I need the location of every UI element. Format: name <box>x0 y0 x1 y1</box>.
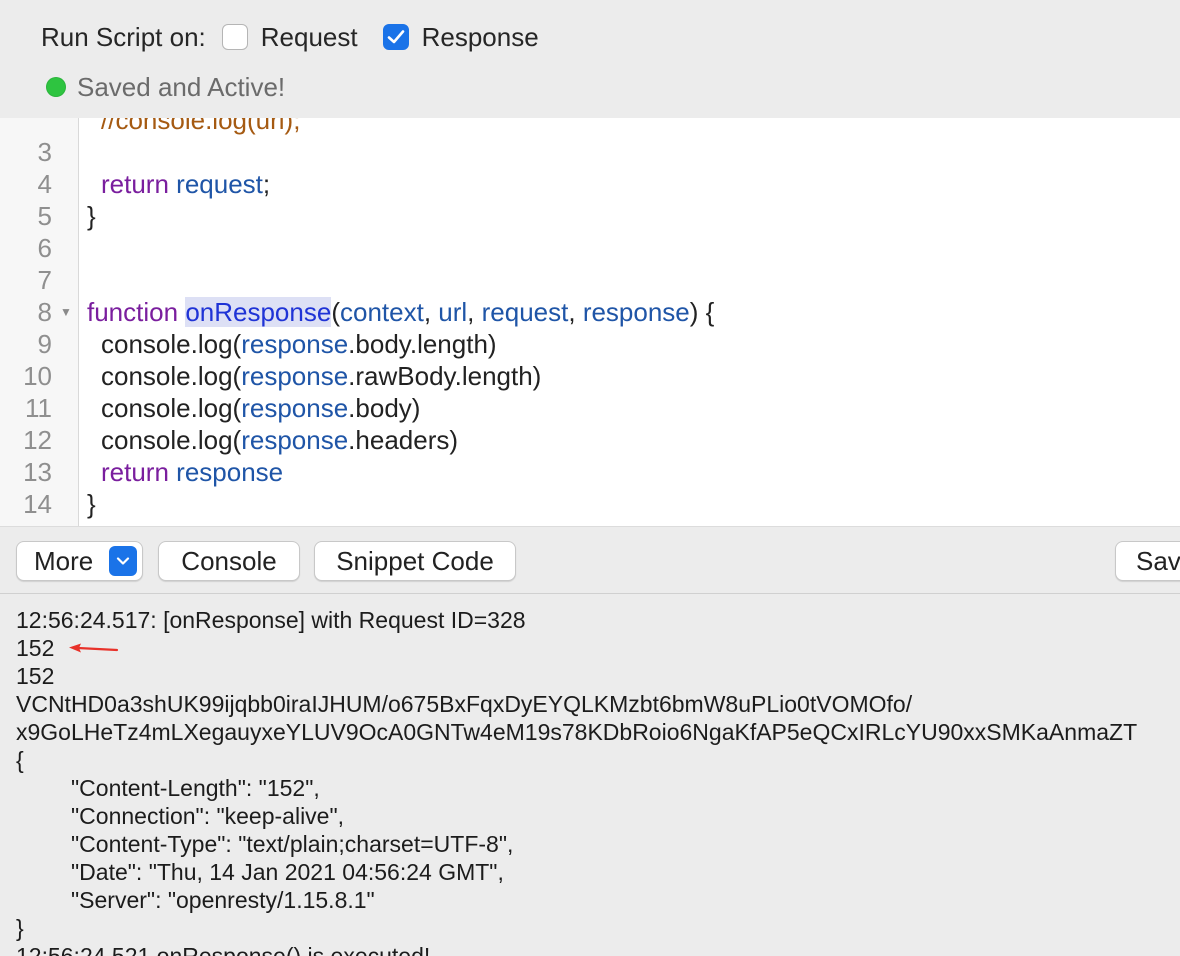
code-line: 15 } <box>0 488 1180 526</box>
code-brace: } <box>87 201 96 231</box>
var-response: response <box>241 361 349 391</box>
fold-arrow-icon[interactable]: ▼ <box>60 296 72 328</box>
status-text: Saved and Active! <box>77 71 286 102</box>
code-console-log: console.log( <box>101 361 242 391</box>
snippet-code-button[interactable]: Snippet Code <box>314 541 516 581</box>
script-options-panel: Run Script on: Request Response Saved an… <box>0 0 1180 118</box>
console-line: "Connection": "keep-alive", <box>71 803 345 829</box>
request-checkbox[interactable] <box>221 24 248 50</box>
code-line: 6 } <box>0 200 1180 263</box>
function-name: onResponse <box>185 297 332 327</box>
code-line: 4 <box>0 136 1180 199</box>
code-comma: , <box>423 297 439 327</box>
run-script-label: Run Script on: <box>41 21 206 52</box>
code-line: 3 //console.log(url); <box>0 118 1180 167</box>
code-editor[interactable]: 3 //console.log(url); 4 5 return request… <box>0 118 1180 526</box>
console-line: { <box>16 747 24 773</box>
console-line: 12:56:24.517: [onResponse] with Request … <box>16 607 526 633</box>
console-line: "Server": "openresty/1.15.8.1" <box>71 887 375 913</box>
code-paren-brace: ) { <box>689 297 715 327</box>
code-comment: //console.log(url); <box>101 118 301 135</box>
var-response: response <box>241 329 349 359</box>
console-line: 152 <box>16 663 55 689</box>
chevron-down-icon[interactable] <box>109 546 137 576</box>
keyword-function: function <box>87 297 179 327</box>
console-line: 152 <box>16 635 55 661</box>
code-semicolon: ; <box>262 169 271 199</box>
response-checkbox-label[interactable]: Response <box>422 22 539 53</box>
console-line: x9GoLHeTz4mLXegauyxeYLUV9OcA0GNTw4eM19s7… <box>16 719 1138 745</box>
code-brace: } <box>87 489 96 519</box>
param-request: request <box>481 297 569 327</box>
code-member: .body.length) <box>348 329 497 359</box>
code-line: 5 return request; <box>0 168 1180 231</box>
code-console-log: console.log( <box>101 393 242 423</box>
console-line: "Content-Length": "152", <box>71 775 320 801</box>
response-checkbox[interactable] <box>382 24 409 50</box>
var-request: request <box>176 169 263 199</box>
save-button[interactable]: Sav <box>1115 541 1180 581</box>
run-script-row: Run Script on: Request Response <box>41 18 564 56</box>
code-line: 9 ▼ function onResponse(context, url, re… <box>0 296 1180 359</box>
var-response: response <box>241 393 349 423</box>
code-comma: , <box>568 297 583 327</box>
code-line: 12 console.log(response.body) <box>0 392 1180 455</box>
code-comma: , <box>467 297 482 327</box>
code-line: 11 console.log(response.rawBody.length) <box>0 360 1180 423</box>
code-line: 13 console.log(response.headers) <box>0 424 1180 487</box>
var-response: response <box>176 457 284 487</box>
status-dot-icon <box>46 77 66 97</box>
code-line: 10 console.log(response.body.length) <box>0 328 1180 391</box>
console-output[interactable]: 12:56:24.517: [onResponse] with Request … <box>0 594 1180 956</box>
console-line: VCNtHD0a3shUK99ijqbb0iraIJHUM/o675BxFqxD… <box>16 691 913 717</box>
code-member: .body) <box>348 393 421 423</box>
param-url: url <box>438 297 468 327</box>
code-paren: ( <box>331 297 340 327</box>
keyword-return: return <box>101 457 169 487</box>
checkmark-icon <box>387 30 404 44</box>
console-line: 12:56:24.521 onResponse() is executed! <box>16 943 431 956</box>
more-label: More <box>34 546 94 576</box>
code-line: 14 return response <box>0 456 1180 519</box>
more-dropdown-button[interactable]: More <box>16 541 143 581</box>
param-context: context <box>339 297 424 327</box>
code-member: .rawBody.length) <box>348 361 542 391</box>
status-indicator: Saved and Active! <box>46 70 285 104</box>
code-member: .headers) <box>348 425 459 455</box>
request-checkbox-label[interactable]: Request <box>261 22 358 53</box>
code-console-log: console.log( <box>101 425 242 455</box>
console-line: "Date": "Thu, 14 Jan 2021 04:56:24 GMT", <box>71 859 504 885</box>
editor-toolbar: More Console Snippet Code Sav <box>0 526 1180 594</box>
console-line: "Content-Type": "text/plain;charset=UTF-… <box>71 831 514 857</box>
var-response: response <box>241 425 349 455</box>
console-line: } <box>16 915 24 941</box>
code-line: 7 <box>0 232 1180 295</box>
code-line: 8 <box>0 264 1180 327</box>
code-console-log: console.log( <box>101 329 242 359</box>
keyword-return: return <box>101 169 169 199</box>
red-arrow-annotation-icon <box>69 643 119 653</box>
console-button[interactable]: Console <box>158 541 300 581</box>
param-response: response <box>582 297 690 327</box>
